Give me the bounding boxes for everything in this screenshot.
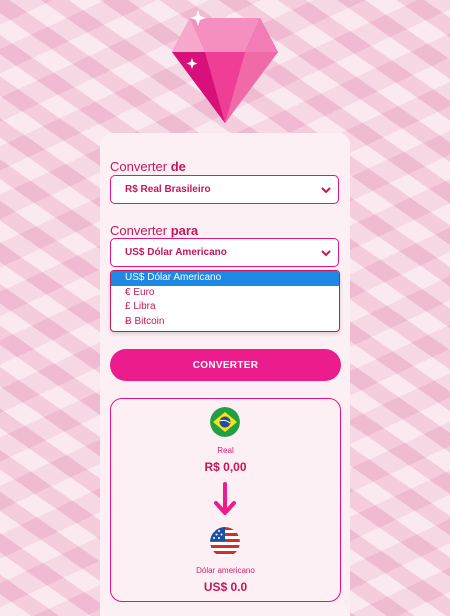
diamond-icon xyxy=(172,10,278,123)
from-label: Converter de xyxy=(110,159,186,174)
from-value: R$ 0,00 xyxy=(204,460,247,474)
arrow-down-icon xyxy=(214,482,236,515)
option-dolar[interactable]: US$ Dólar Americano xyxy=(111,271,339,286)
to-currency-select[interactable]: US$ Dólar Americano xyxy=(110,238,339,267)
convert-button[interactable]: CONVERTER xyxy=(110,349,341,381)
to-currency-value: US$ Dólar Americano xyxy=(125,247,227,258)
brazil-flag-icon xyxy=(210,407,240,437)
to-value: US$ 0.0 xyxy=(203,580,248,594)
to-currency-dropdown: US$ Dólar Americano € Euro £ Libra Ƀ Bit… xyxy=(110,270,340,332)
to-currency-name: Dólar americano xyxy=(196,566,255,575)
from-currency-value: R$ Real Brasileiro xyxy=(125,184,211,195)
from-currency-select[interactable]: R$ Real Brasileiro xyxy=(110,175,339,204)
from-currency-name: Real xyxy=(217,446,234,455)
option-libra[interactable]: £ Libra xyxy=(111,300,339,315)
to-label: Converter para xyxy=(110,223,199,238)
chevron-down-icon xyxy=(321,250,331,257)
option-bitcoin[interactable]: Ƀ Bitcoin xyxy=(111,315,339,330)
option-euro[interactable]: € Euro xyxy=(111,286,339,301)
chevron-down-icon xyxy=(321,187,331,194)
usa-flag-icon xyxy=(210,527,240,557)
